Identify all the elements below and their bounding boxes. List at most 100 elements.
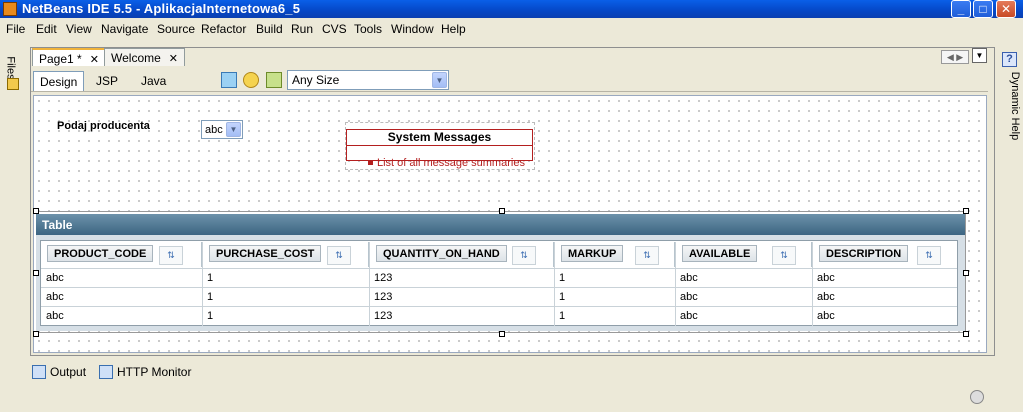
http-monitor-icon [99, 365, 113, 379]
column-header-label: MARKUP [561, 245, 624, 262]
output-icon [32, 365, 46, 379]
table-row[interactable]: abc 1 123 1 abc abc [41, 287, 957, 306]
column-header-label: PURCHASE_COST [209, 245, 322, 262]
table-cell: abc [46, 291, 64, 303]
sort-icon[interactable]: ⇅ [327, 246, 351, 265]
tab-list-dropdown-icon[interactable]: ▼ [972, 48, 987, 63]
sort-icon[interactable]: ⇅ [159, 246, 183, 265]
producer-dropdown[interactable]: abc ▼ [201, 120, 243, 139]
maximize-button[interactable]: □ [973, 0, 993, 18]
column-header-available[interactable]: AVAILABLE ⇅ [676, 242, 812, 267]
tab-welcome[interactable]: Welcome ✕ [104, 48, 186, 66]
resize-handle[interactable] [499, 208, 505, 214]
resize-handle[interactable] [33, 331, 39, 337]
tab-design[interactable]: Design [33, 71, 85, 91]
system-messages-title: System Messages [387, 130, 492, 144]
column-header-label: AVAILABLE [682, 245, 758, 262]
sort-icon[interactable]: ⇅ [635, 246, 659, 265]
table-cell: abc [680, 272, 698, 284]
column-header-markup[interactable]: MARKUP ⇅ [555, 242, 675, 267]
column-header-label: PRODUCT_CODE [47, 245, 154, 262]
resize-handle[interactable] [963, 331, 969, 337]
dynamic-help-side-tab[interactable]: Dynamic Help [1001, 70, 1021, 140]
table-title: Table [42, 218, 73, 232]
column-header-purchase-cost[interactable]: PURCHASE_COST ⇅ [203, 242, 369, 267]
menu-edit[interactable]: Edit [36, 22, 57, 36]
files-tab-label: Files [4, 56, 17, 80]
table-cell: 1 [207, 310, 214, 322]
sort-icon[interactable]: ⇅ [512, 246, 536, 265]
show-virtual-forms-icon[interactable] [266, 72, 282, 88]
column-header-quantity-on-hand[interactable]: QUANTITY_ON_HAND ⇅ [370, 242, 554, 267]
table-row[interactable]: abc 1 123 1 abc abc [41, 268, 957, 287]
table-title-bar: Table [36, 214, 965, 235]
close-window-button[interactable]: ✕ [996, 0, 1016, 18]
resize-handle[interactable] [33, 208, 39, 214]
column-header-product-code[interactable]: PRODUCT_CODE ⇅ [41, 242, 202, 267]
menu-cvs[interactable]: CVS [322, 22, 347, 36]
table-cell: abc [46, 272, 64, 284]
table-cell: 1 [207, 291, 214, 303]
sort-icon[interactable]: ⇅ [772, 246, 796, 265]
resize-handle[interactable] [33, 270, 39, 276]
table-cell: abc [817, 272, 835, 284]
tab-page1[interactable]: Page1 * ✕ [32, 48, 106, 66]
menu-refactor[interactable]: Refactor [201, 22, 246, 36]
column-header-label: QUANTITY_ON_HAND [376, 245, 507, 262]
menu-source[interactable]: Source [157, 22, 195, 36]
column-header-description[interactable]: DESCRIPTION ⇅ [813, 242, 957, 267]
resize-handle[interactable] [963, 208, 969, 214]
menu-navigate[interactable]: Navigate [101, 22, 148, 36]
tab-welcome-label: Welcome [111, 51, 161, 65]
table-cell: 1 [559, 272, 566, 284]
help-icon[interactable]: ? [1002, 52, 1017, 67]
dynamic-help-label: Dynamic Help [1009, 71, 1022, 141]
garbage-collect-icon[interactable] [970, 390, 984, 404]
table-cell: abc [817, 291, 835, 303]
output-window-tab[interactable]: Output [32, 365, 87, 379]
table-row[interactable]: abc 1 123 1 abc abc [41, 306, 957, 325]
menu-build[interactable]: Build [256, 22, 283, 36]
view-toolbar: Design JSP Java Any Size ▼ [31, 67, 988, 92]
menu-run[interactable]: Run [291, 22, 313, 36]
column-header-label: DESCRIPTION [819, 245, 909, 262]
table-cell: 123 [374, 310, 393, 322]
target-size-value: Any Size [292, 73, 340, 87]
close-tab-icon[interactable]: ✕ [169, 53, 178, 65]
http-monitor-window-tab[interactable]: HTTP Monitor [99, 365, 192, 379]
close-tab-icon[interactable]: ✕ [90, 54, 99, 66]
system-messages-divider [346, 145, 533, 146]
window-title: NetBeans IDE 5.5 - AplikacjaInternetowa6… [22, 1, 301, 16]
menu-help[interactable]: Help [441, 22, 466, 36]
menu-window[interactable]: Window [391, 22, 434, 36]
table-cell: 123 [374, 291, 393, 303]
folder-icon [7, 78, 19, 90]
target-size-select[interactable]: Any Size ▼ [287, 70, 449, 90]
producer-label: Podaj producenta [57, 120, 150, 132]
refresh-icon[interactable] [243, 72, 259, 88]
netbeans-app-icon [3, 2, 17, 16]
title-bar: NetBeans IDE 5.5 - AplikacjaInternetowa6… [0, 0, 1023, 18]
table-cell: abc [46, 310, 64, 322]
table-cell: abc [680, 291, 698, 303]
http-monitor-tab-label: HTTP Monitor [117, 365, 192, 379]
chevron-down-icon[interactable]: ▼ [432, 72, 447, 88]
table-cell: 1 [559, 310, 566, 322]
tab-scroll-arrows-icon[interactable]: ◀ ▶ [941, 50, 969, 64]
table-cell: abc [680, 310, 698, 322]
table-cell: 123 [374, 272, 393, 284]
message-summary-item: List of all message summaries [368, 157, 525, 169]
sort-icon[interactable]: ⇅ [917, 246, 941, 265]
resize-handle[interactable] [499, 331, 505, 337]
chevron-down-icon[interactable]: ▼ [226, 122, 241, 137]
preview-in-browser-icon[interactable] [221, 72, 237, 88]
resize-handle[interactable] [963, 270, 969, 276]
tab-jsp[interactable]: JSP [90, 71, 124, 91]
minimize-button[interactable]: _ [951, 0, 971, 18]
menu-tools[interactable]: Tools [354, 22, 382, 36]
menu-view[interactable]: View [66, 22, 92, 36]
menu-file[interactable]: File [6, 22, 25, 36]
output-tab-label: Output [50, 365, 87, 379]
tab-java[interactable]: Java [135, 71, 172, 91]
table-cell: abc [817, 310, 835, 322]
